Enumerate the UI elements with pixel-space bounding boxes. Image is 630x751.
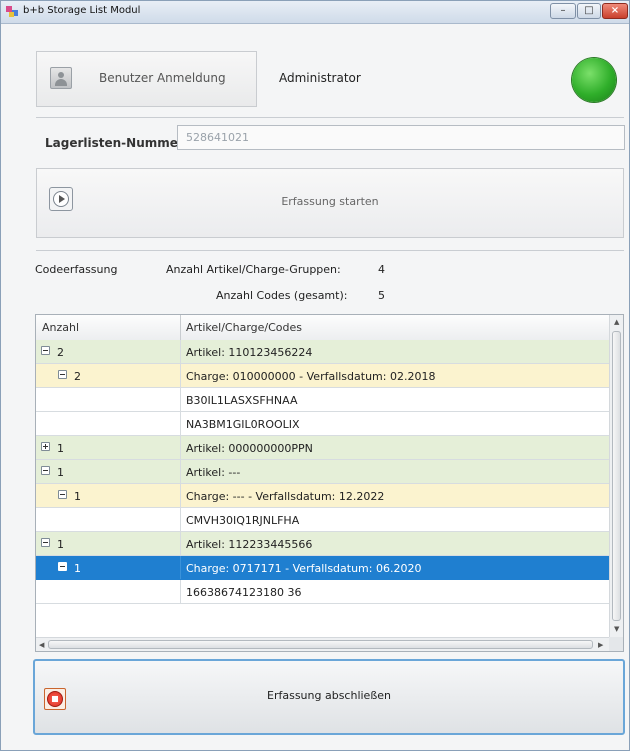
table-row[interactable]: 16638674123180 36 xyxy=(36,580,609,604)
table-row[interactable]: 2 Artikel: 110123456224 xyxy=(36,340,609,364)
table-row[interactable]: 2 Charge: 010000000 - Verfallsdatum: 02.2… xyxy=(36,364,609,388)
row-detail: B30IL1LASXSFHNAA xyxy=(186,394,298,407)
column-header-count[interactable]: Anzahl xyxy=(42,321,79,334)
close-icon: × xyxy=(610,5,620,16)
start-capture-button[interactable]: Erfassung starten xyxy=(36,168,624,238)
count-cell xyxy=(36,388,181,411)
count-cell xyxy=(36,580,181,603)
row-detail: NA3BM1GIL0ROOLIX xyxy=(186,418,300,431)
app-window: b+b Storage List Modul – □ × Benutzer An… xyxy=(0,0,630,751)
column-header-detail[interactable]: Artikel/Charge/Codes xyxy=(186,321,302,334)
collapse-icon[interactable] xyxy=(58,490,67,499)
status-indicator-icon xyxy=(572,58,616,102)
count-cell: 1 xyxy=(36,436,181,459)
column-divider[interactable] xyxy=(180,315,181,340)
table-row[interactable]: 1 Artikel: 000000000PPN xyxy=(36,436,609,460)
window-title: b+b Storage List Modul xyxy=(23,5,141,16)
horizontal-scrollbar[interactable]: ◀ ▶ xyxy=(36,637,609,651)
groups-count-label: Anzahl Artikel/Charge-Gruppen: xyxy=(166,263,341,276)
row-detail: Artikel: --- xyxy=(186,466,241,479)
row-count: 2 xyxy=(74,370,81,383)
count-cell: 2 xyxy=(36,364,181,387)
table-row[interactable]: B30IL1LASXSFHNAA xyxy=(36,388,609,412)
codes-count-value: 5 xyxy=(378,289,385,302)
row-count: 1 xyxy=(57,538,64,551)
vertical-scroll-thumb[interactable] xyxy=(612,331,621,621)
row-detail: 16638674123180 36 xyxy=(186,586,302,599)
row-detail: CMVH30IQ1RJNLFHA xyxy=(186,514,300,527)
table-row[interactable]: 1 Artikel: --- xyxy=(36,460,609,484)
codes-count-label: Anzahl Codes (gesamt): xyxy=(216,289,348,302)
lagerliste-label: Lagerlisten-Nummer: xyxy=(45,136,189,150)
table-row[interactable]: 1 Charge: --- - Verfallsdatum: 12.2022 xyxy=(36,484,609,508)
row-count: 1 xyxy=(74,490,81,503)
divider xyxy=(36,117,624,118)
maximize-icon: □ xyxy=(584,5,594,16)
table-row[interactable]: CMVH30IQ1RJNLFHA xyxy=(36,508,609,532)
lagerliste-number-input[interactable] xyxy=(177,125,625,150)
table-row[interactable]: 1 Artikel: 112233445566 xyxy=(36,532,609,556)
row-detail: Charge: 010000000 - Verfallsdatum: 02.20… xyxy=(186,370,436,383)
expand-icon[interactable] xyxy=(41,442,50,451)
scroll-left-icon[interactable]: ◀ xyxy=(39,641,44,649)
table-row-selected[interactable]: 1 Charge: 0717171 - Verfallsdatum: 06.202… xyxy=(36,556,609,580)
table-row[interactable]: NA3BM1GIL0ROOLIX xyxy=(36,412,609,436)
groups-count-value: 4 xyxy=(378,263,385,276)
count-cell xyxy=(36,508,181,531)
minimize-button[interactable]: – xyxy=(550,3,576,19)
count-cell xyxy=(36,412,181,435)
user-icon xyxy=(50,67,72,89)
count-cell: 1 xyxy=(36,460,181,483)
app-icon xyxy=(6,6,18,17)
scroll-right-icon[interactable]: ▶ xyxy=(598,641,603,649)
count-cell: 1 xyxy=(36,484,181,507)
count-cell: 2 xyxy=(36,340,181,363)
finish-capture-label: Erfassung abschließen xyxy=(267,689,391,702)
maximize-button[interactable]: □ xyxy=(577,3,601,19)
row-detail: Artikel: 110123456224 xyxy=(186,346,313,359)
divider xyxy=(36,250,624,251)
login-button[interactable]: Benutzer Anmeldung xyxy=(36,51,257,107)
section-label: Codeerfassung xyxy=(35,263,118,276)
horizontal-scroll-thumb[interactable] xyxy=(48,640,593,649)
scroll-corner xyxy=(609,637,623,651)
count-cell: 1 xyxy=(36,556,181,579)
row-detail: Charge: --- - Verfallsdatum: 12.2022 xyxy=(186,490,385,503)
row-count: 1 xyxy=(74,562,81,575)
row-count: 2 xyxy=(57,346,64,359)
codes-tree-grid: Anzahl Artikel/Charge/Codes 2 Artikel: 11… xyxy=(35,314,624,652)
row-detail: Artikel: 000000000PPN xyxy=(186,442,313,455)
row-detail: Artikel: 112233445566 xyxy=(186,538,313,551)
login-button-label: Benutzer Anmeldung xyxy=(99,71,226,85)
collapse-icon[interactable] xyxy=(41,346,50,355)
vertical-scrollbar[interactable]: ▲ ▼ xyxy=(609,315,623,637)
minimize-icon: – xyxy=(560,5,566,16)
scroll-up-icon[interactable]: ▲ xyxy=(614,318,619,326)
row-count: 1 xyxy=(57,466,64,479)
collapse-icon[interactable] xyxy=(58,562,67,571)
finish-capture-button[interactable]: Erfassung abschließen xyxy=(33,659,625,735)
grid-header: Anzahl Artikel/Charge/Codes xyxy=(36,315,609,341)
start-capture-label: Erfassung starten xyxy=(281,195,379,208)
row-count: 1 xyxy=(57,442,64,455)
close-button[interactable]: × xyxy=(602,3,628,19)
collapse-icon[interactable] xyxy=(58,370,67,379)
row-detail: Charge: 0717171 - Verfallsdatum: 06.2020 xyxy=(186,562,422,575)
title-bar[interactable]: b+b Storage List Modul – □ × xyxy=(1,1,629,24)
collapse-icon[interactable] xyxy=(41,538,50,547)
collapse-icon[interactable] xyxy=(41,466,50,475)
count-cell: 1 xyxy=(36,532,181,555)
scroll-down-icon[interactable]: ▼ xyxy=(614,625,619,633)
current-user: Administrator xyxy=(279,71,361,85)
